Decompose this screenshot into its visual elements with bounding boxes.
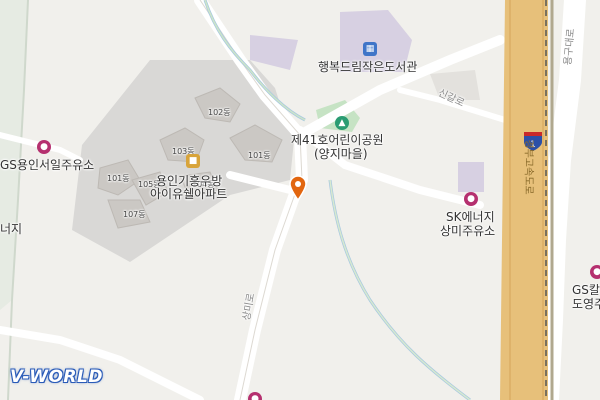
sk-label-line2: 상미주유소 (440, 224, 496, 238)
building-102-label: 102동 (208, 108, 231, 117)
road-label-gyeongbu: 경부고속도로 (522, 139, 534, 195)
map-canvas[interactable]: ▦ 행복드림작은도서관 ▲ 제41호어린이공원 (양지마을) ● GS용인서일주… (0, 0, 600, 400)
apartment-label-line1[interactable]: 용인기흥우방 (156, 174, 222, 188)
left-edge-label: 너지 (0, 222, 23, 236)
gs-right-label-line1: GS칼 (572, 283, 600, 297)
library-icon[interactable]: ▦ (363, 42, 377, 56)
gs-station-left-label[interactable]: GS용인서일주유소 (0, 158, 94, 172)
park-label-line1[interactable]: 제41호어린이공원 (291, 133, 384, 147)
expressway (500, 0, 548, 400)
park-icon[interactable]: ▲ (335, 116, 349, 130)
sk-gas-station-icon[interactable]: ● (464, 192, 478, 206)
vworld-logo[interactable]: V-WORLD (10, 367, 103, 387)
gs-right-station-icon[interactable]: ● (590, 265, 600, 279)
apartment-icon[interactable]: ■ (186, 154, 200, 168)
building-101-label: 101동 (107, 174, 130, 183)
gas-station-icon[interactable]: ● (37, 140, 51, 154)
park-label-line2: (양지마을) (314, 147, 368, 161)
building-101-right-label: 101동 (248, 151, 271, 160)
apartment-label-line2: 아이유쉘아파트 (150, 187, 228, 201)
bottom-poi-icon[interactable]: ● (248, 392, 262, 400)
library-label[interactable]: 행복드림작은도서관 (318, 60, 417, 74)
sk-label-line1[interactable]: SK에너지 (446, 210, 495, 224)
location-pin-icon[interactable] (289, 175, 307, 201)
gs-right-label-line2: 도영주 (572, 297, 600, 311)
building-107-label: 107동 (123, 210, 146, 219)
